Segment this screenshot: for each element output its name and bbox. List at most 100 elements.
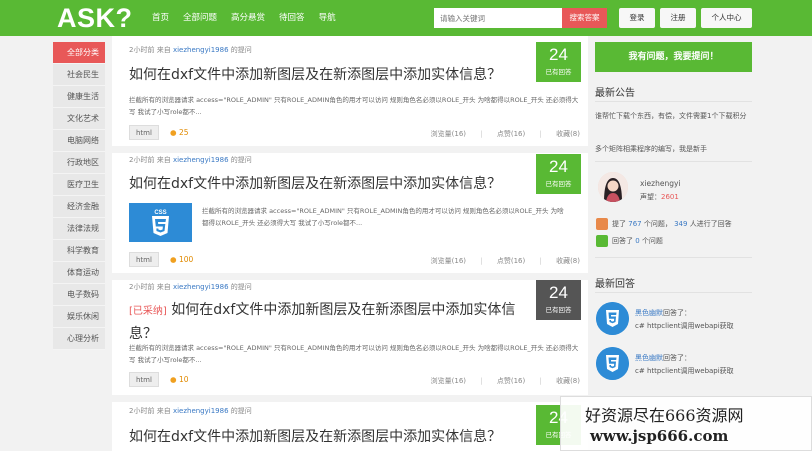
- stat-number: 0: [635, 237, 640, 245]
- question-stats: 浏览量(16) | 点赞(16) | 收藏(8): [419, 129, 580, 139]
- tag-chip[interactable]: html: [129, 372, 159, 387]
- likes-count[interactable]: 点赞(16): [497, 257, 525, 265]
- nav-unanswered[interactable]: 待回答: [279, 11, 305, 23]
- tag-chip[interactable]: html: [129, 252, 159, 267]
- search-button[interactable]: 搜索答案: [562, 8, 607, 28]
- site-logo[interactable]: ASK?: [57, 3, 133, 34]
- tag-chip[interactable]: html: [129, 125, 159, 140]
- latest-answer-meta: 黑色幽默回答了：: [635, 352, 691, 364]
- avatar[interactable]: [598, 172, 628, 202]
- answer-stat: 回答了 0 个问题: [612, 235, 663, 247]
- question-time: 2小时前: [129, 283, 155, 291]
- css3-logo-icon: CSS: [129, 203, 192, 242]
- sidebar-item-culture[interactable]: 文化艺术: [53, 108, 105, 130]
- divider: [595, 101, 752, 102]
- sidebar-item-medical[interactable]: 医疗卫生: [53, 174, 105, 196]
- sidebar-item-computer[interactable]: 电脑网络: [53, 130, 105, 152]
- answer-count-box: 24 已有回答: [536, 42, 581, 82]
- profile-name[interactable]: xiezhengyi: [640, 178, 680, 190]
- latest-answer-text[interactable]: c# httpclient调用webapi获取: [635, 365, 734, 377]
- question-title[interactable]: 如何在dxf文件中添加新图层及在新添图层中添加实体信息？: [129, 426, 529, 448]
- answer-avatar[interactable]: [596, 347, 629, 380]
- views-count: 浏览量(16): [430, 130, 467, 138]
- sidebar-item-law[interactable]: 法律法规: [53, 218, 105, 240]
- bounty-coins: ● 100: [170, 255, 193, 264]
- favorites-count[interactable]: 收藏(8): [556, 377, 580, 385]
- answer-avatar[interactable]: [596, 302, 629, 335]
- question-item: 2小时前 来自 xiezhengyi1986 的提问 如何在dxf文件中添加新图…: [112, 402, 588, 451]
- question-author-link[interactable]: xiezhengyi1986: [173, 407, 229, 415]
- coin-icon: ●: [170, 128, 177, 137]
- sidebar-item-sports[interactable]: 体育运动: [53, 262, 105, 284]
- user-center-button[interactable]: 个人中心: [701, 8, 752, 28]
- question-title[interactable]: 如何在dxf文件中添加新图层及在新添图层中添加实体信息？: [129, 173, 529, 195]
- stats-separator: |: [480, 377, 483, 385]
- question-from-label: 来自: [156, 407, 171, 415]
- sidebar-item-society[interactable]: 社会民生: [53, 64, 105, 86]
- question-author-link[interactable]: xiezhengyi1986: [173, 46, 229, 54]
- sidebar-item-finance[interactable]: 经济金融: [53, 196, 105, 218]
- nav-high-bounty[interactable]: 高分悬赏: [231, 11, 265, 23]
- question-time: 2小时前: [129, 407, 155, 415]
- divider: [112, 273, 588, 280]
- stats-separator: |: [539, 377, 542, 385]
- views-count: 浏览量(16): [430, 377, 467, 385]
- question-excerpt: 拦截所有的浏览器请求 access="ROLE_ADMIN" 只有ROLE_AD…: [129, 344, 579, 364]
- divider: [112, 395, 588, 402]
- ask-question-button[interactable]: 我有问题，我要提问！: [595, 42, 752, 72]
- likes-count[interactable]: 点赞(16): [497, 377, 525, 385]
- stat-number: 349: [674, 220, 688, 228]
- question-author-link[interactable]: xiezhengyi1986: [173, 283, 229, 291]
- question-title[interactable]: 如何在dxf文件中添加新图层及在新添图层中添加实体信息？: [129, 64, 529, 86]
- latest-answer-text[interactable]: c# httpclient调用webapi获取: [635, 320, 734, 332]
- coin-icon: ●: [170, 255, 177, 264]
- notice-item[interactable]: 谁帮忙下载个东西，有偿，文件需要1个下载积分: [595, 110, 752, 122]
- answer-count-box: 24 已有回答: [536, 280, 581, 320]
- question-author-link[interactable]: xiezhengyi1986: [173, 156, 229, 164]
- css3-logo-icon: [596, 347, 629, 380]
- search-input[interactable]: [434, 8, 562, 28]
- notice-item[interactable]: 多个矩阵相乘程序的编写，我是新手: [595, 143, 752, 155]
- nav-home[interactable]: 首页: [152, 11, 169, 23]
- question-title[interactable]: [已采纳] 如何在dxf文件中添加新图层及在新添图层中添加实体信息？: [129, 299, 529, 345]
- question-excerpt: 拦截所有的浏览器请求 access="ROLE_ADMIN" 只有ROLE_AD…: [129, 96, 579, 116]
- sidebar-item-all[interactable]: 全部分类: [53, 42, 105, 64]
- sidebar-item-psychology[interactable]: 心理分析: [53, 328, 105, 350]
- stat-text: 个问题: [641, 237, 663, 245]
- sidebar-item-entertainment[interactable]: 娱乐休闲: [53, 306, 105, 328]
- register-button[interactable]: 注册: [660, 8, 696, 28]
- accepted-badge: [已采纳]: [129, 306, 167, 317]
- answer-user-link[interactable]: 黑色幽默: [635, 354, 663, 362]
- sidebar-item-science[interactable]: 科学教育: [53, 240, 105, 262]
- question-item: 2小时前 来自 xiezhengyi1986 的提问 如何在dxf文件中添加新图…: [112, 36, 588, 150]
- nav-navigation[interactable]: 导航: [319, 11, 336, 23]
- login-button[interactable]: 登录: [619, 8, 655, 28]
- nav-all-questions[interactable]: 全部问题: [183, 11, 217, 23]
- divider: [112, 146, 588, 153]
- answer-count-label: 已有回答: [545, 180, 572, 188]
- watermark-text: 好资源尽在666资源网: [585, 406, 744, 425]
- stats-separator: |: [539, 130, 542, 138]
- question-stats: 浏览量(16) | 点赞(16) | 收藏(8): [419, 376, 580, 386]
- question-stat-icon: [596, 218, 608, 230]
- coin-icon: ●: [170, 375, 177, 384]
- answer-action: 回答了：: [663, 309, 691, 317]
- sidebar-item-region[interactable]: 行政地区: [53, 152, 105, 174]
- bounty-value: 10: [178, 375, 189, 384]
- stat-text: 回答了: [612, 237, 633, 245]
- question-time: 2小时前: [129, 156, 155, 164]
- answer-count: 24: [549, 157, 568, 176]
- bounty-coins: ● 10: [170, 375, 188, 384]
- question-thumbnail[interactable]: CSS: [129, 203, 192, 242]
- sidebar-item-digital[interactable]: 电子数码: [53, 284, 105, 306]
- sidebar-item-health[interactable]: 健康生活: [53, 86, 105, 108]
- question-item: 2小时前 来自 xiezhengyi1986 的提问 [已采纳] 如何在dxf文…: [112, 280, 588, 400]
- question-stats: 浏览量(16) | 点赞(16) | 收藏(8): [419, 256, 580, 266]
- favorites-count[interactable]: 收藏(8): [556, 130, 580, 138]
- likes-count[interactable]: 点赞(16): [497, 130, 525, 138]
- user-avatar-icon: [598, 172, 628, 202]
- question-meta: 2小时前 来自 xiezhengyi1986 的提问: [129, 155, 252, 165]
- favorites-count[interactable]: 收藏(8): [556, 257, 580, 265]
- question-from-label: 来自: [156, 156, 171, 164]
- answer-user-link[interactable]: 黑色幽默: [635, 309, 663, 317]
